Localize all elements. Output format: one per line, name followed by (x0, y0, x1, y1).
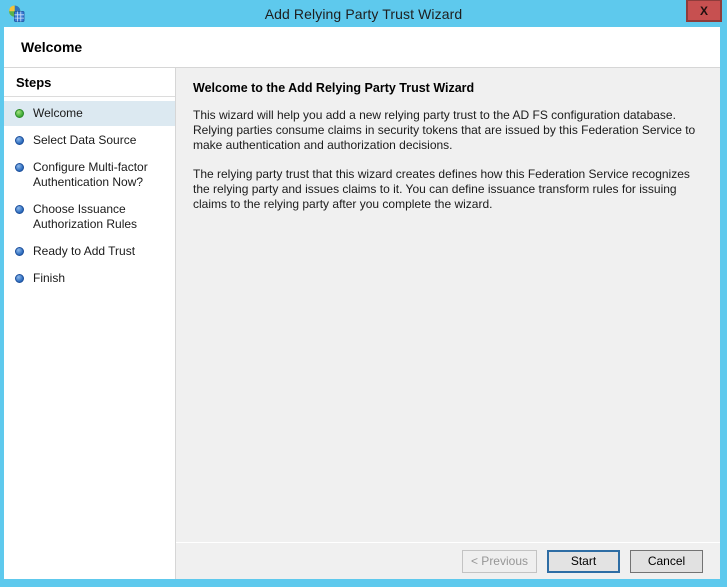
page-header: Welcome (4, 27, 720, 68)
step-label: Ready to Add Trust (33, 244, 136, 258)
window-title: Add Relying Party Trust Wizard (264, 5, 463, 22)
step-item-select-data-source[interactable]: Select Data Source (4, 128, 175, 153)
step-label: Configure Multi-factor Authentication No… (33, 160, 148, 189)
steps-panel-title: Steps (4, 68, 175, 97)
pending-step-dot-icon (15, 205, 24, 214)
step-item-welcome[interactable]: Welcome (4, 101, 175, 126)
pending-step-dot-icon (15, 163, 24, 172)
step-item-choose-issuance-rules[interactable]: Choose Issuance Authorization Rules (4, 197, 175, 237)
dialog-frame: Welcome Steps Welcome Select Data Source (4, 27, 720, 579)
step-item-configure-mfa[interactable]: Configure Multi-factor Authentication No… (4, 155, 175, 195)
wizard-window: Add Relying Party Trust Wizard X Welcome… (0, 0, 727, 587)
page-title: Welcome (21, 39, 83, 55)
step-item-ready-to-add-trust[interactable]: Ready to Add Trust (4, 239, 175, 264)
step-label: Welcome (33, 106, 83, 120)
step-label: Choose Issuance Authorization Rules (33, 202, 138, 231)
content-heading: Welcome to the Add Relying Party Trust W… (193, 81, 475, 95)
content-area: Welcome to the Add Relying Party Trust W… (176, 68, 720, 542)
steps-list: Welcome Select Data Source Configure Mul… (4, 97, 175, 293)
dialog-body: Steps Welcome Select Data Source Configu… (4, 68, 720, 579)
close-button[interactable]: X (686, 0, 722, 22)
button-bar: < Previous Start Cancel (176, 542, 720, 579)
step-item-finish[interactable]: Finish (4, 266, 175, 291)
intro-paragraph: This wizard will help you add a new rely… (193, 108, 699, 152)
pending-step-dot-icon (15, 247, 24, 256)
titlebar[interactable]: Add Relying Party Trust Wizard X (0, 0, 727, 27)
step-label: Select Data Source (33, 133, 137, 147)
step-label: Finish (33, 271, 66, 285)
previous-button[interactable]: < Previous (461, 549, 537, 573)
details-paragraph: The relying party trust that this wizard… (193, 167, 694, 211)
pending-step-dot-icon (15, 136, 24, 145)
start-button[interactable]: Start (547, 549, 620, 573)
main-panel: Welcome to the Add Relying Party Trust W… (176, 68, 720, 579)
steps-sidebar: Steps Welcome Select Data Source Configu… (4, 68, 176, 579)
adfs-wizard-icon (8, 5, 25, 22)
cancel-button[interactable]: Cancel (630, 549, 703, 573)
active-step-dot-icon (15, 109, 24, 118)
pending-step-dot-icon (15, 274, 24, 283)
